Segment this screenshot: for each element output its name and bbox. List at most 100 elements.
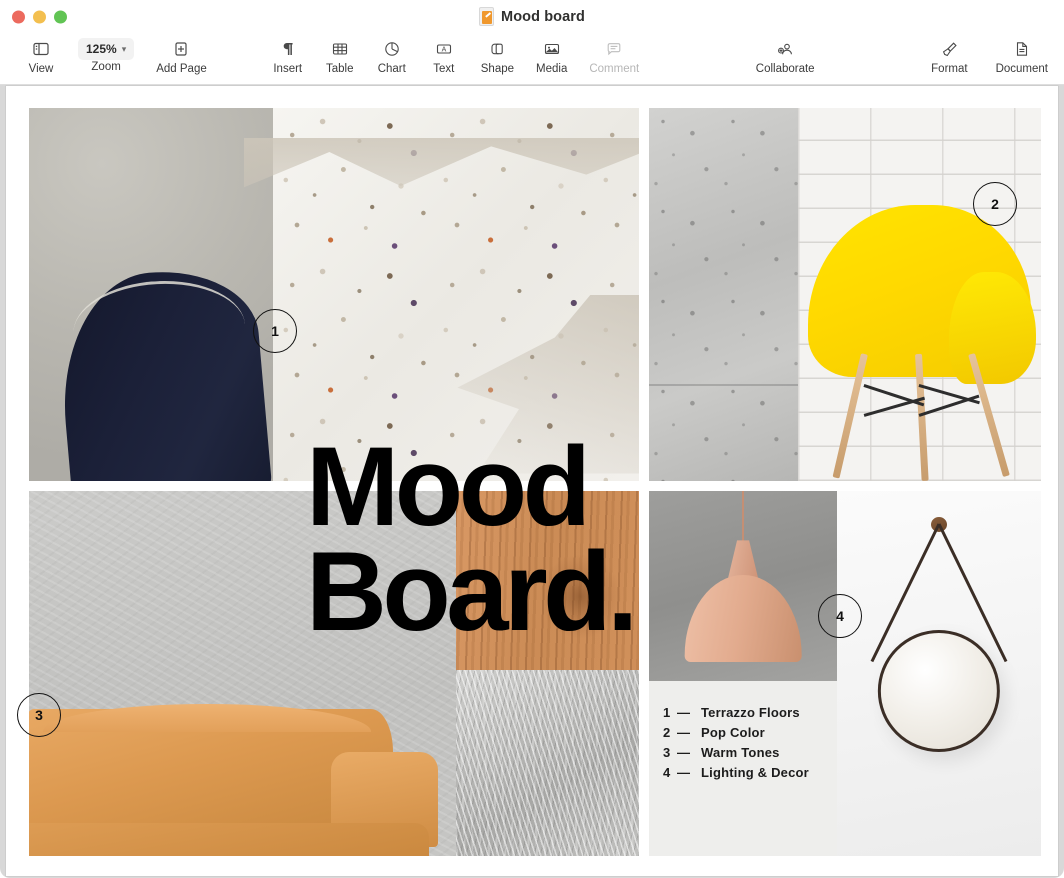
text-box-icon: A	[435, 36, 453, 62]
zoom-value: 125%	[86, 42, 117, 56]
shape-icon	[488, 36, 506, 62]
zoom-control[interactable]: 125% ▾ Zoom	[78, 33, 134, 75]
quadrant-bottom-right: 1 — Terrazzo Floors 2 — Pop Color 3	[649, 491, 1041, 856]
comment-label: Comment	[589, 63, 639, 75]
round-strap-mirror-photo[interactable]	[837, 491, 1041, 856]
badge-4[interactable]: 4	[818, 594, 862, 638]
document-canvas[interactable]: 1 — Terrazzo Floors 2 — Pop Color 3	[0, 85, 1064, 878]
concrete-wall-texture-photo[interactable]	[649, 108, 798, 481]
legend-item: 4 — Lighting & Decor	[663, 763, 837, 783]
table-icon	[331, 36, 349, 62]
legend-dash: —	[677, 703, 701, 723]
text-button[interactable]: A Text	[429, 33, 459, 75]
tan-leather-sofa-photo[interactable]	[29, 491, 456, 856]
paintbrush-icon	[940, 36, 959, 62]
zoom-dropdown[interactable]: 125% ▾	[78, 38, 134, 60]
chair-wire-brace	[863, 384, 924, 406]
legend-item: 1 — Terrazzo Floors	[663, 703, 837, 723]
legend-label: Pop Color	[701, 723, 765, 743]
yellow-eames-chair-photo[interactable]	[798, 108, 1041, 481]
format-button[interactable]: Format	[931, 33, 967, 75]
terrazzo-edge-lower	[401, 295, 639, 474]
media-image-icon	[543, 36, 561, 62]
media-button[interactable]: Media	[536, 33, 567, 75]
window-title-group: Mood board	[0, 0, 1064, 33]
wood-grain-texture-photo[interactable]	[456, 491, 639, 670]
sofa-seat-shape	[29, 823, 429, 856]
blush-pendant-lamp-photo[interactable]	[649, 491, 837, 681]
terrazzo-edge-upper	[244, 138, 639, 280]
grey-fur-texture-photo[interactable]	[456, 670, 639, 856]
pilcrow-icon	[279, 36, 297, 62]
pages-window: Mood board View 125% ▾	[0, 0, 1064, 878]
legend-label: Warm Tones	[701, 743, 780, 763]
comment-bubble-icon	[605, 36, 623, 62]
view-button[interactable]: View	[26, 33, 56, 75]
collaborate-label: Collaborate	[756, 63, 815, 75]
document-page-icon	[1013, 36, 1031, 62]
pages-document-icon	[479, 7, 494, 26]
pie-chart-icon	[383, 36, 401, 62]
quadrant-top-right	[649, 108, 1041, 481]
legend-item: 2 — Pop Color	[663, 723, 837, 743]
sidebar-icon	[32, 36, 50, 62]
document-page[interactable]: 1 — Terrazzo Floors 2 — Pop Color 3	[6, 86, 1058, 876]
navy-leather-chair-photo[interactable]	[29, 108, 273, 481]
chevron-down-icon: ▾	[122, 45, 127, 54]
lamp-shade-shape	[685, 575, 802, 662]
add-page-label: Add Page	[156, 63, 207, 75]
table-label: Table	[326, 63, 354, 75]
text-label: Text	[433, 63, 454, 75]
legend-dash: —	[677, 763, 701, 783]
quadrant-top-left	[29, 108, 639, 481]
quadrant-bottom-left	[29, 491, 639, 856]
document-button[interactable]: Document	[996, 33, 1048, 75]
mood-board-legend[interactable]: 1 — Terrazzo Floors 2 — Pop Color 3	[649, 681, 837, 856]
lamp-and-legend-column: 1 — Terrazzo Floors 2 — Pop Color 3	[649, 491, 837, 856]
title-bar: Mood board	[0, 0, 1064, 33]
zoom-label: Zoom	[91, 61, 120, 73]
chart-label: Chart	[378, 63, 406, 75]
document-label: Document	[996, 63, 1048, 75]
chart-button[interactable]: Chart	[377, 33, 407, 75]
legend-number: 1	[663, 703, 677, 723]
chair-wire-brace	[919, 394, 980, 416]
add-page-button[interactable]: Add Page	[156, 33, 207, 75]
svg-text:A: A	[441, 47, 446, 54]
legend-label: Lighting & Decor	[701, 763, 809, 783]
lamp-neck-shape	[728, 540, 758, 578]
collaborate-button[interactable]: Collaborate	[756, 33, 815, 75]
insert-button[interactable]: Insert	[273, 33, 303, 75]
shape-button[interactable]: Shape	[481, 33, 514, 75]
navy-chair-shape	[53, 264, 272, 481]
legend-dash: —	[677, 723, 701, 743]
sofa-shape-group	[29, 674, 465, 857]
view-label: View	[29, 63, 54, 75]
mirror-circle-shape	[878, 630, 1000, 752]
legend-number: 2	[663, 723, 677, 743]
chair-wire-brace	[863, 396, 924, 416]
yellow-chair-arm-shape	[949, 272, 1036, 384]
table-button[interactable]: Table	[325, 33, 355, 75]
plus-page-icon	[172, 36, 190, 62]
insert-label: Insert	[273, 63, 302, 75]
comment-button[interactable]: Comment	[589, 33, 639, 75]
lamp-cord-shape	[742, 491, 744, 544]
legend-number: 4	[663, 763, 677, 783]
badge-3[interactable]: 3	[17, 693, 61, 737]
chair-wire-brace	[919, 384, 980, 404]
legend-dash: —	[677, 743, 701, 763]
mood-board-image-grid: 1 — Terrazzo Floors 2 — Pop Color 3	[23, 108, 1041, 856]
collaborate-person-icon	[776, 36, 795, 62]
white-terrazzo-texture-photo[interactable]	[273, 108, 639, 481]
format-label: Format	[931, 63, 967, 75]
legend-item: 3 — Warm Tones	[663, 743, 837, 763]
badge-2[interactable]: 2	[973, 182, 1017, 226]
media-label: Media	[536, 63, 567, 75]
toolbar: View 125% ▾ Zoom Add Page	[0, 33, 1064, 85]
badge-1[interactable]: 1	[253, 309, 297, 353]
window-title: Mood board	[501, 9, 585, 25]
shape-label: Shape	[481, 63, 514, 75]
legend-label: Terrazzo Floors	[701, 703, 800, 723]
legend-number: 3	[663, 743, 677, 763]
